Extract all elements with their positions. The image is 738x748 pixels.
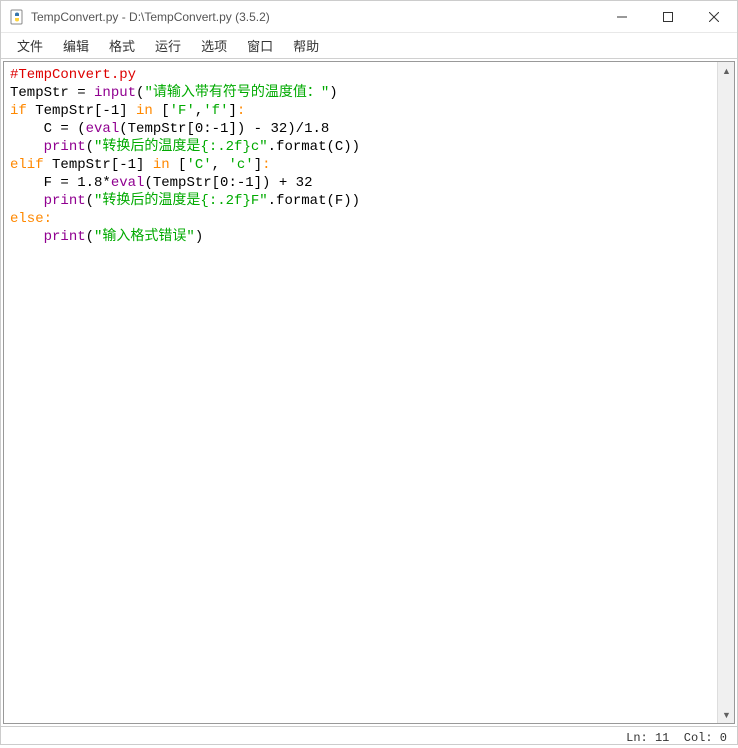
minimize-button[interactable] <box>599 1 645 33</box>
menu-edit[interactable]: 编辑 <box>55 33 97 58</box>
titlebar: TempConvert.py - D:\TempConvert.py (3.5.… <box>1 1 737 33</box>
menu-file[interactable]: 文件 <box>9 33 51 58</box>
scroll-down-icon[interactable]: ▼ <box>718 706 735 723</box>
line-number: 11 <box>655 731 669 745</box>
menubar: 文件 编辑 格式 运行 选项 窗口 帮助 <box>1 33 737 59</box>
scroll-up-icon[interactable]: ▲ <box>718 62 735 79</box>
menu-run[interactable]: 运行 <box>147 33 189 58</box>
col-number: 0 <box>720 731 727 745</box>
window-title: TempConvert.py - D:\TempConvert.py (3.5.… <box>31 10 599 24</box>
line-label: Ln: <box>626 731 648 745</box>
vertical-scrollbar[interactable]: ▲ ▼ <box>717 62 734 723</box>
maximize-button[interactable] <box>645 1 691 33</box>
col-label: Col: <box>684 731 713 745</box>
menu-options[interactable]: 选项 <box>193 33 235 58</box>
close-button[interactable] <box>691 1 737 33</box>
menu-window[interactable]: 窗口 <box>239 33 281 58</box>
python-file-icon <box>9 9 25 25</box>
code-editor[interactable]: #TempConvert.pyTempStr = input("请输入带有符号的… <box>4 62 734 250</box>
menu-help[interactable]: 帮助 <box>285 33 327 58</box>
window-controls <box>599 1 737 33</box>
editor-area: #TempConvert.pyTempStr = input("请输入带有符号的… <box>3 61 735 724</box>
menu-format[interactable]: 格式 <box>101 33 143 58</box>
